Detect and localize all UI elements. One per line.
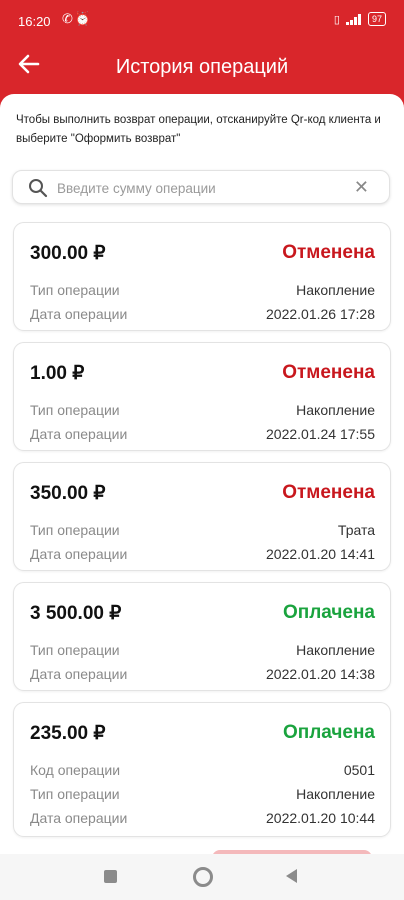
operation-status: Отменена	[282, 242, 375, 263]
vibrate-icon: ▯	[333, 13, 340, 26]
operation-code-label: Код операции	[30, 762, 121, 778]
operation-date-value: 2022.01.20 14:41	[266, 546, 375, 562]
operation-type-label: Тип операции	[30, 786, 120, 802]
operation-type-row: Тип операции Трата	[30, 522, 375, 540]
operation-amount: 3 500.00 ₽	[30, 603, 122, 624]
operation-date-row: Дата операции 2022.01.20 14:38	[30, 666, 375, 684]
operation-card[interactable]: 300.00 ₽ Отменена Тип операции Накопление Да…	[13, 222, 391, 331]
operation-date-row: Дата операции 2022.01.20 14:41	[30, 546, 375, 564]
system-icons: ▯ 97	[334, 12, 386, 26]
page-title: История операций	[115, 56, 289, 78]
operation-type-value: Накопление	[296, 786, 375, 802]
recents-button[interactable]	[104, 870, 117, 883]
back-nav-button[interactable]	[286, 869, 297, 883]
operation-type-value: Накопление	[296, 642, 375, 658]
operation-status: Отменена	[282, 362, 375, 383]
clear-icon[interactable]: ✕	[354, 177, 369, 198]
operation-code-value: 0501	[343, 762, 375, 778]
status-bar: 16:20 ✆⏰ ▯ 97	[0, 0, 404, 40]
operation-amount: 1.00 ₽	[30, 363, 85, 384]
app-bar: История операций	[0, 40, 404, 96]
operation-card[interactable]: 1.00 ₽ Отменена Тип операции Накопление Дата…	[13, 342, 391, 451]
signal-icon	[345, 13, 362, 25]
operation-type-label: Тип операции	[30, 282, 120, 298]
operation-date-value: 2022.01.26 17:28	[266, 306, 375, 322]
operation-date-label: Дата операции	[30, 666, 128, 682]
operation-type-row: Тип операции Накопление	[30, 402, 375, 420]
operation-date-label: Дата операции	[30, 426, 128, 442]
search-input[interactable]	[55, 177, 349, 199]
content-sheet: Чтобы выполнить возврат операции, отскан…	[0, 94, 404, 854]
operation-status: Оплачена	[282, 602, 375, 623]
operation-status: Оплачена	[282, 722, 375, 743]
operation-type-row: Тип операции Накопление	[30, 642, 375, 660]
operation-type-label: Тип операции	[30, 402, 120, 418]
operation-date-label: Дата операции	[30, 546, 128, 562]
operation-status: Отменена	[282, 482, 375, 503]
operation-amount: 350.00 ₽	[30, 483, 106, 504]
home-button[interactable]	[193, 867, 213, 887]
operation-date-value: 2022.01.20 14:38	[266, 666, 375, 682]
operation-type-label: Тип операции	[30, 642, 120, 658]
operation-date-label: Дата операции	[30, 810, 128, 826]
operation-date-label: Дата операции	[30, 306, 128, 322]
operation-date-value: 2022.01.20 10:44	[266, 810, 375, 826]
operation-date-row: Дата операции 2022.01.20 10:44	[30, 810, 375, 828]
refund-hint: Чтобы выполнить возврат операции, отскан…	[16, 114, 381, 145]
search-icon	[29, 179, 48, 198]
operation-amount: 300.00 ₽	[30, 243, 106, 264]
operation-date-row: Дата операции 2022.01.26 17:28	[30, 306, 375, 324]
operation-date-row: Дата операции 2022.01.24 17:55	[30, 426, 375, 444]
notification-icons: ✆⏰	[62, 11, 93, 27]
operation-type-row: Тип операции Накопление	[30, 786, 375, 804]
alarm-icon: ⏰	[74, 11, 94, 26]
operation-type-label: Тип операции	[30, 522, 120, 538]
battery-icon: 97	[367, 12, 386, 26]
clock: 16:20	[18, 14, 51, 29]
operation-type-value: Накопление	[296, 402, 375, 418]
operation-amount: 235.00 ₽	[30, 723, 106, 744]
operation-card[interactable]: 235.00 ₽ Оплачена Код операции 0501 Тип опер…	[13, 702, 391, 837]
operation-date-value: 2022.01.24 17:55	[266, 426, 375, 442]
operation-type-value: Накопление	[296, 282, 375, 298]
missed-call-icon: ✆	[62, 11, 75, 26]
operation-code-row: Код операции 0501	[30, 762, 375, 780]
operation-type-value: Трата	[337, 522, 375, 538]
system-nav-bar	[0, 854, 404, 900]
operation-card[interactable]: 3 500.00 ₽ Оплачена Тип операции Накопление…	[13, 582, 391, 691]
operation-type-row: Тип операции Накопление	[30, 282, 375, 300]
operation-card[interactable]: 350.00 ₽ Отменена Тип операции Трата Дата оп…	[13, 462, 391, 571]
search-box[interactable]: ✕	[12, 170, 390, 204]
